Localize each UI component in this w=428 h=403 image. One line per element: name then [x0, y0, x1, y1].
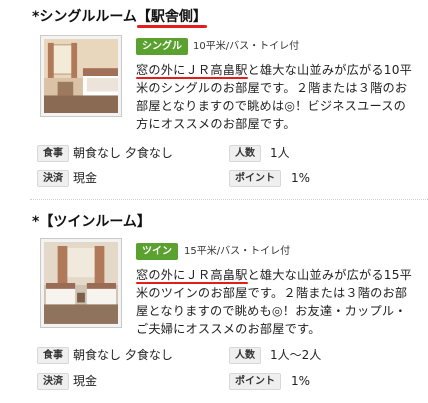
point-value: 1% [291, 374, 311, 388]
meal-value: 朝食なし 夕食なし [73, 146, 173, 160]
room-spec: 10平米/バス・トイレ付 [193, 41, 300, 52]
point-label: ポイント [229, 373, 281, 390]
room-description: 窓の外にＪＲ高畠駅と雄大な山並みが広がる15平米のツインのお部屋です。２階または… [136, 266, 418, 338]
room-title-highlight[interactable]: 【駅舎側】 [137, 9, 207, 25]
people-label: 人数 [229, 347, 261, 364]
point-value: 1% [291, 171, 311, 185]
description-highlight: 窓の外にＪＲ高畠駅 [136, 268, 248, 282]
room-title[interactable]: *【ツインルーム】 [32, 211, 151, 231]
payment-value: 現金 [73, 374, 98, 388]
twin-room-image [44, 242, 118, 324]
room-title-text[interactable]: *シングルルーム [32, 9, 137, 25]
section-divider [30, 199, 428, 200]
single-room-image [44, 39, 118, 113]
people-value: 1人～2人 [270, 348, 322, 362]
people-value: 1人 [270, 146, 290, 160]
room-title-text[interactable]: *【ツインルーム】 [32, 214, 151, 230]
room-photo[interactable] [40, 238, 122, 328]
meal-label: 食事 [37, 145, 69, 162]
description-highlight: 窓の外にＪＲ高畠駅 [136, 63, 248, 77]
people-label: 人数 [229, 145, 261, 162]
room-type-tag: シングル [136, 38, 188, 55]
point-label: ポイント [229, 170, 281, 187]
payment-label: 決済 [37, 170, 69, 187]
room-title[interactable]: *シングルルーム【駅舎側】 [32, 6, 207, 26]
payment-value: 現金 [73, 171, 98, 185]
room-photo[interactable] [40, 35, 122, 117]
meal-label: 食事 [37, 347, 69, 364]
payment-label: 決済 [37, 373, 69, 390]
meal-value: 朝食なし 夕食なし [73, 348, 173, 362]
room-type-tag: ツイン [136, 243, 178, 260]
room-spec: 15平米/バス・トイレ付 [184, 246, 291, 257]
room-description: 窓の外にＪＲ高畠駅と雄大な山並みが広がる10平米のシングルのお部屋です。２階また… [136, 61, 418, 133]
